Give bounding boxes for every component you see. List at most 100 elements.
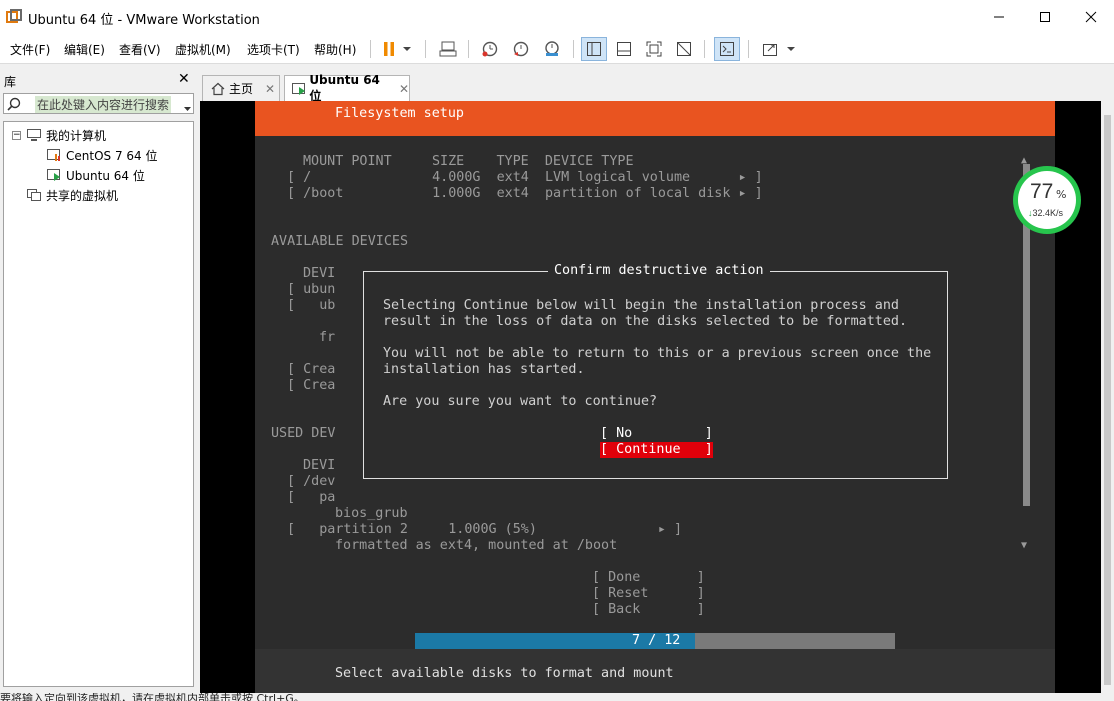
dropdown-icon [787, 46, 795, 51]
revert-snapshot-icon [513, 41, 529, 57]
tree-item-centos[interactable]: CentOS 7 64 位 [46, 146, 157, 164]
vmware-app-icon [6, 9, 22, 25]
avail-line[interactable]: [ ub [287, 298, 335, 314]
library-view-icon [587, 42, 601, 56]
minimize-icon [994, 16, 1004, 18]
close-icon [1085, 11, 1097, 23]
installer-title: Filesystem setup [335, 106, 464, 121]
stretch-button[interactable] [757, 37, 783, 61]
library-close-icon[interactable]: ✕ [178, 71, 190, 87]
no-button[interactable]: [ No ] [600, 426, 713, 442]
tree-item-shared-vms[interactable]: 共享的虚拟机 [26, 186, 118, 204]
network-speed-widget[interactable]: 77 % ↓32.4K/s [1013, 166, 1081, 234]
done-button[interactable]: [ Done ] [592, 570, 705, 586]
power-dropdown[interactable] [398, 37, 416, 61]
search-placeholder: 在此处键入内容进行搜索 [35, 96, 172, 113]
avail-line: fr [319, 330, 336, 345]
used-line[interactable]: [ /dev [287, 474, 335, 490]
installer-screen[interactable]: Filesystem setup MOUNT POINT SIZE TYPE D… [255, 101, 1055, 693]
used-line: bios_grub [335, 506, 408, 521]
revert-snapshot-button[interactable] [508, 37, 534, 61]
window-title: Ubuntu 64 位 - VMware Workstation [28, 13, 260, 28]
scroll-down-icon[interactable]: ▼ [1021, 538, 1027, 554]
avail-line[interactable]: [ Crea [287, 362, 335, 378]
tree-item-ubuntu[interactable]: Ubuntu 64 位 [46, 166, 145, 184]
cpu-percent: 77 [1030, 180, 1054, 203]
tree-label: CentOS 7 64 位 [66, 148, 158, 163]
footer-hint: Select available disks to format and mou… [335, 666, 674, 681]
fs-row-boot[interactable]: [ /boot 1.000G ext4 partition of local d… [287, 186, 763, 202]
menu-vm[interactable]: 虚拟机(M) [175, 41, 231, 58]
confirm-dialog: Confirm destructive action Selecting Con… [363, 263, 948, 479]
toolbar-separator [370, 40, 371, 58]
fullscreen-button[interactable] [641, 37, 667, 61]
send-ctrl-alt-del-button[interactable] [435, 37, 461, 61]
net-speed-value: 32.4K/s [1032, 208, 1064, 218]
avail-line[interactable]: [ Crea [287, 378, 335, 394]
used-line: DEVI [303, 458, 336, 473]
thumbnail-view-button[interactable] [611, 37, 637, 61]
library-search-input[interactable]: 在此处键入内容进行搜索 [3, 93, 194, 114]
maximize-icon [1040, 12, 1050, 22]
installer-footer: Select available disks to format and mou… [255, 649, 1055, 693]
available-devices-heading: AVAILABLE DEVICES [271, 234, 409, 249]
computer-icon [26, 128, 42, 142]
menu-help[interactable]: 帮助(H) [314, 41, 356, 58]
tree-item-my-computer[interactable]: 我的计算机 [26, 126, 106, 144]
tree-label: Ubuntu 64 位 [66, 168, 145, 183]
install-progress-bar: 7 / 12 [415, 633, 895, 649]
pause-icon [384, 42, 394, 56]
fs-row-root[interactable]: [ / 4.000G ext4 LVM logical volume ▸ ] [287, 170, 763, 186]
used-line[interactable]: [ pa [287, 490, 335, 506]
back-button[interactable]: [ Back ] [592, 602, 705, 618]
thumbnail-view-icon [617, 42, 631, 56]
unity-button[interactable] [671, 37, 697, 61]
toolbar-separator [748, 40, 749, 58]
tab-home[interactable]: 主页 ✕ [202, 75, 280, 101]
menu-tabs[interactable]: 选项卡(T) [247, 41, 300, 58]
maximize-button[interactable] [1022, 0, 1068, 34]
vm-running-icon [292, 82, 305, 95]
console-view-button[interactable] [714, 37, 740, 61]
menu-file[interactable]: 文件(F) [10, 41, 50, 58]
dialog-text: You will not be able to return to this o… [383, 346, 932, 361]
vm-console[interactable]: Filesystem setup MOUNT POINT SIZE TYPE D… [200, 101, 1114, 693]
fullscreen-icon [646, 41, 662, 57]
dialog-text: installation has started. [383, 362, 585, 377]
home-icon [211, 82, 225, 95]
toolbar-separator [425, 40, 426, 58]
snapshot-manager-button[interactable] [539, 37, 565, 61]
tab-close-icon[interactable]: ✕ [265, 82, 275, 96]
close-button[interactable] [1068, 0, 1114, 34]
console-scroll-thumb[interactable] [1104, 115, 1111, 685]
collapse-toggle[interactable]: − [12, 131, 21, 140]
status-bar: 要将输入定向到该虚拟机，请在虚拟机内部单击或按 Ctrl+G。 [0, 693, 1114, 701]
send-keys-icon [439, 41, 457, 57]
menu-toolbar: 文件(F) 编辑(E) 查看(V) 虚拟机(M) 选项卡(T) 帮助(H) [0, 34, 1114, 64]
console-scrollbar[interactable] [1101, 101, 1114, 693]
menu-view[interactable]: 查看(V) [119, 41, 161, 58]
take-snapshot-button[interactable] [477, 37, 503, 61]
tree-label: 共享的虚拟机 [46, 188, 119, 203]
shared-vm-icon [26, 188, 42, 202]
stretch-dropdown[interactable] [782, 37, 800, 61]
tab-ubuntu[interactable]: Ubuntu 64 位 ✕ [284, 73, 410, 103]
widget-face: 77 % ↓32.4K/s [1018, 171, 1076, 229]
search-dropdown-icon[interactable] [184, 100, 191, 114]
used-formatted-line: formatted as ext4, mounted at /boot [335, 538, 618, 553]
console-view-icon [720, 42, 734, 56]
library-tree: − 我的计算机 CentOS 7 64 位 Ubuntu 64 位 共享的虚拟机 [3, 121, 194, 687]
minimize-button[interactable] [976, 0, 1022, 34]
reset-button[interactable]: [ Reset ] [592, 586, 705, 602]
library-view-button[interactable] [581, 37, 607, 61]
continue-button[interactable]: [ Continue ] [600, 442, 713, 458]
toolbar-separator [704, 40, 705, 58]
unity-icon [677, 42, 691, 56]
used-devices-heading: USED DEV [271, 426, 336, 441]
dialog-text: Selecting Continue below will begin the … [383, 298, 899, 313]
tab-close-icon[interactable]: ✕ [399, 82, 409, 96]
avail-line[interactable]: [ ubun [287, 282, 335, 298]
used-partition-row[interactable]: [ partition 2 1.000G (5%) ▸ ] [287, 522, 682, 538]
progress-text: 7 / 12 [632, 633, 681, 648]
menu-edit[interactable]: 编辑(E) [64, 41, 105, 58]
